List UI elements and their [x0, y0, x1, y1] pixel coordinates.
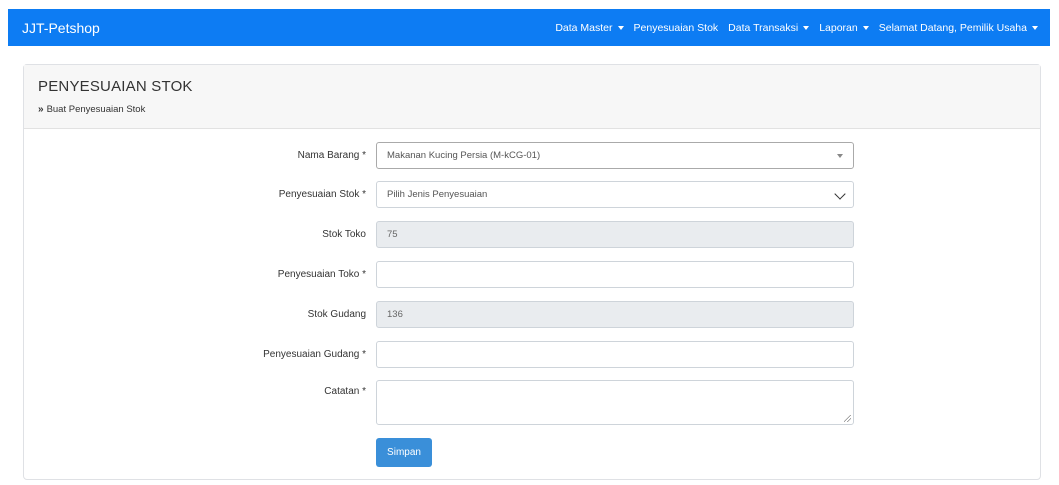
stok-toko-value: 75 — [387, 229, 398, 240]
penyesuaian-gudang-input[interactable] — [376, 341, 854, 368]
nav-laporan[interactable]: Laporan — [819, 22, 869, 34]
nav-item-label: Data Transaksi — [728, 21, 799, 34]
breadcrumb-label: Buat Penyesuaian Stok — [46, 104, 146, 115]
breadcrumb: » Buat Penyesuaian Stok — [38, 104, 1040, 115]
nav-penyesuaian-stok[interactable]: Penyesuaian Stok — [634, 22, 719, 34]
dropdown-arrow-icon — [837, 154, 843, 158]
double-chevron-right-icon: » — [38, 104, 44, 115]
card-header: PENYESUAIAN STOK » Buat Penyesuaian Stok — [24, 65, 1040, 129]
nav-user-menu[interactable]: Selamat Datang, Pemilik Usaha — [879, 22, 1038, 34]
nav-data-transaksi[interactable]: Data Transaksi — [728, 21, 810, 34]
nama-barang-value: Makanan Kucing Persia (M-kCG-01) — [387, 150, 541, 161]
penyesuaian-stok-select[interactable]: Pilih Jenis Penyesuaian — [376, 181, 854, 208]
catatan-label: Catatan * — [324, 386, 366, 397]
caret-down-icon — [803, 25, 810, 30]
nav-data-master[interactable]: Data Master — [555, 21, 624, 34]
nama-barang-select[interactable]: Makanan Kucing Persia (M-kCG-01) — [376, 142, 854, 169]
stok-toko-field: 75 — [376, 221, 854, 248]
chevron-down-icon — [834, 188, 846, 200]
stok-gudang-label: Stok Gudang — [307, 309, 366, 320]
resize-grip-icon[interactable] — [844, 415, 851, 422]
penyesuaian-toko-input[interactable] — [376, 261, 854, 288]
caret-down-icon — [862, 25, 869, 30]
nav-item-label: Laporan — [819, 21, 858, 34]
penyesuaian-toko-label: Penyesuaian Toko * — [277, 269, 366, 280]
nav-menu: Data Master Penyesuaian Stok Data Transa… — [545, 22, 1038, 34]
simpan-button[interactable]: Simpan — [376, 438, 432, 467]
nav-item-label: Selamat Datang, Pemilik Usaha — [878, 21, 1027, 34]
page-title: PENYESUAIAN STOK — [38, 78, 193, 95]
nav-item-label: Penyesuaian Stok — [633, 21, 719, 34]
brand-logo-text[interactable]: JJT-Petshop — [22, 20, 100, 36]
penyesuaian-stok-label: Penyesuaian Stok * — [278, 189, 366, 200]
stok-gudang-field: 136 — [376, 301, 854, 328]
caret-down-icon — [617, 25, 624, 30]
caret-down-icon — [1032, 25, 1038, 30]
penyesuaian-stok-value: Pilih Jenis Penyesuaian — [387, 189, 488, 200]
form-card: PENYESUAIAN STOK » Buat Penyesuaian Stok… — [23, 64, 1041, 480]
penyesuaian-gudang-label: Penyesuaian Gudang * — [263, 349, 366, 360]
nama-barang-label: Nama Barang * — [297, 150, 366, 161]
stok-toko-label: Stok Toko — [322, 229, 366, 240]
nav-item-label: Data Master — [555, 21, 613, 34]
top-navbar: JJT-Petshop Data Master Penyesuaian Stok… — [8, 9, 1050, 46]
catatan-textarea[interactable] — [376, 380, 854, 425]
stok-gudang-value: 136 — [387, 309, 403, 320]
